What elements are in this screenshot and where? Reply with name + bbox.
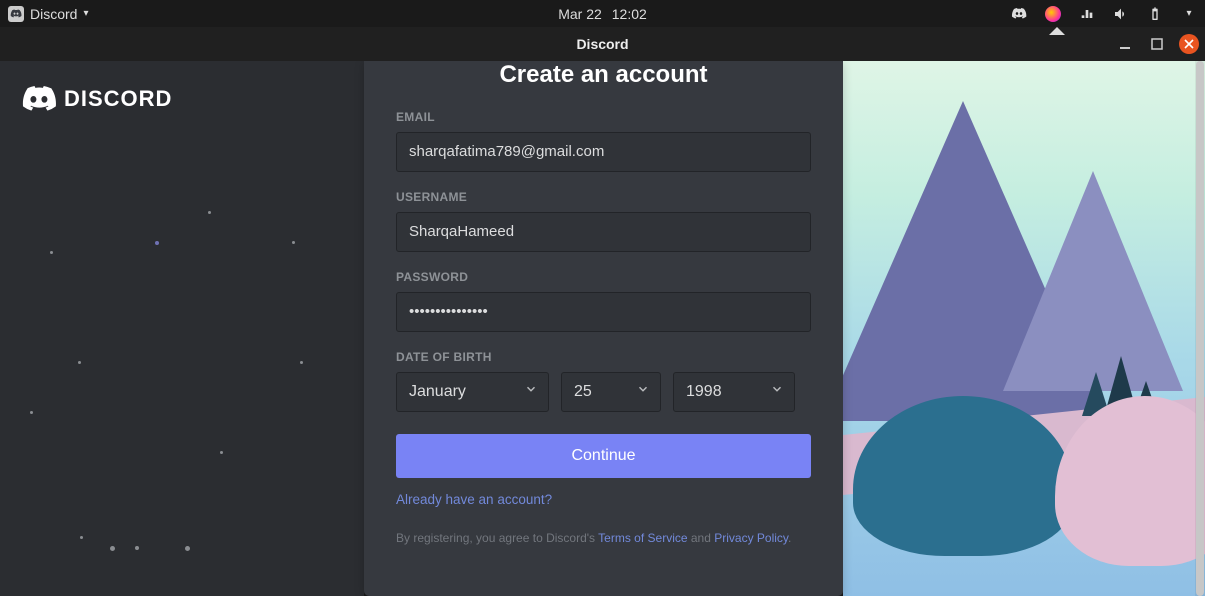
decor-dot [292,241,295,244]
decor-dot [30,411,33,414]
decor-dot [135,546,139,550]
decor-dot [220,451,223,454]
window-title: Discord [576,36,628,52]
window-controls [1115,34,1199,54]
email-field[interactable] [396,132,811,172]
continue-button[interactable]: Continue [396,434,811,478]
system-clock[interactable]: Mar 22 12:02 [558,6,647,22]
background-right-art [843,61,1205,596]
decor-dot [110,546,115,551]
dob-label: DATE OF BIRTH [396,350,811,364]
chevron-down-icon [636,382,650,401]
decor-dot [78,361,81,364]
app-menu-caret-icon: ▾ [83,8,88,19]
chevron-down-icon [770,382,784,401]
decor-dot [208,211,211,214]
decor-mountain [1003,171,1183,391]
discord-logo-icon [22,86,56,112]
username-field[interactable] [396,212,811,252]
decor-dot [155,241,159,245]
tray-pointer-decoration [1049,27,1065,35]
signup-card: Create an account EMAIL USERNAME PASSWOR… [364,61,843,596]
dob-year-select[interactable]: 1998 [673,372,795,412]
email-label: EMAIL [396,110,811,124]
volume-icon[interactable] [1113,6,1129,22]
discord-logo: DISCORD [22,86,172,112]
maximize-button[interactable] [1147,34,1167,54]
system-tray: ▾ [1011,6,1197,22]
scrollbar-thumb[interactable] [1196,61,1204,596]
dob-day-select[interactable]: 25 [561,372,661,412]
dob-month-select[interactable]: January [396,372,549,412]
firefox-status-icon[interactable] [1045,6,1061,22]
tos-suffix: . [788,531,791,545]
password-field[interactable] [396,292,811,332]
discord-logo-text: DISCORD [64,86,172,112]
tos-text: By registering, you agree to Discord's T… [396,531,811,545]
login-link[interactable]: Already have an account? [396,492,552,507]
tos-link[interactable]: Terms of Service [598,531,687,545]
dob-year-value: 1998 [686,383,722,401]
system-active-app[interactable]: Discord ▾ [8,6,89,22]
privacy-link[interactable]: Privacy Policy [714,531,788,545]
network-icon[interactable] [1079,6,1095,22]
minimize-button[interactable] [1115,34,1135,54]
discord-status-icon[interactable] [1011,6,1027,22]
signup-title: Create an account [396,61,811,96]
password-label: PASSWORD [396,270,811,284]
dob-month-value: January [409,383,466,401]
app-viewport: DISCORD Create an account EMAIL USERNAME… [0,61,1205,596]
dob-day-value: 25 [574,383,592,401]
chevron-down-icon [524,382,538,401]
background-left-panel [0,61,364,596]
username-label: USERNAME [396,190,811,204]
system-top-bar: Discord ▾ Mar 22 12:02 ▾ [0,0,1205,27]
system-date: Mar 22 [558,6,602,22]
discord-tray-icon [8,6,24,22]
system-time: 12:02 [612,6,647,22]
dob-row: January 25 1998 [396,372,811,412]
decor-dot [50,251,53,254]
system-app-name: Discord [30,6,77,22]
decor-dot [300,361,303,364]
decor-dot [185,546,190,551]
scrollbar-track[interactable] [1195,61,1205,596]
tos-prefix: By registering, you agree to Discord's [396,531,598,545]
tos-and: and [688,531,715,545]
close-button[interactable] [1179,34,1199,54]
battery-icon[interactable] [1147,6,1163,22]
window-titlebar: Discord [0,27,1205,61]
decor-dot [80,536,83,539]
system-menu-caret-icon[interactable]: ▾ [1181,6,1197,22]
